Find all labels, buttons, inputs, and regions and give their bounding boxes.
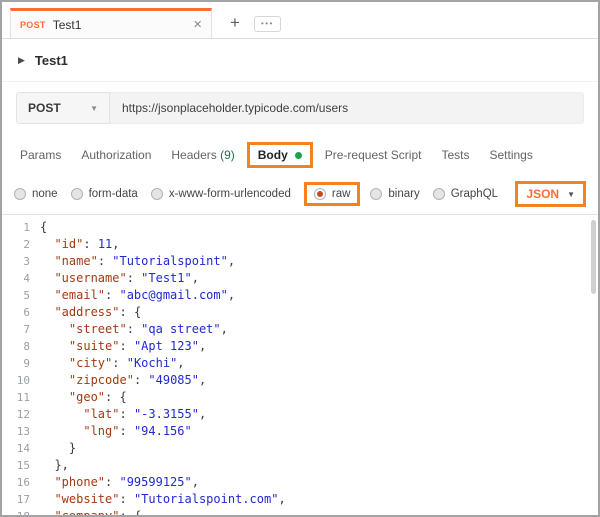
collection-breadcrumb: ▶ Test1 (2, 39, 598, 82)
code-line[interactable]: } (40, 440, 598, 457)
line-number: 11 (2, 389, 30, 406)
more-tabs-button[interactable]: ••• (254, 16, 281, 32)
request-name: Test1 (35, 53, 68, 68)
code-line[interactable]: "phone": "99599125", (40, 474, 598, 491)
radio-icon[interactable] (433, 188, 445, 200)
code-line[interactable]: "email": "abc@gmail.com", (40, 287, 598, 304)
line-number: 12 (2, 406, 30, 423)
tab-label: Headers (171, 148, 216, 162)
code-line[interactable]: "id": 11, (40, 236, 598, 253)
line-number: 8 (2, 338, 30, 355)
tab-pre-request-script[interactable]: Pre-request Script (315, 142, 432, 168)
editor-gutter: 123456789101112131415161718 (2, 219, 40, 515)
radio-icon[interactable] (71, 188, 83, 200)
radio-icon[interactable] (14, 188, 26, 200)
tab-tests[interactable]: Tests (431, 142, 479, 168)
code-line[interactable]: "lat": "-3.3155", (40, 406, 598, 423)
line-number: 15 (2, 457, 30, 474)
tab-title: Test1 (53, 18, 82, 32)
line-number: 18 (2, 508, 30, 515)
body-type-binary[interactable]: binary (370, 188, 419, 200)
headers-count-badge: (9) (217, 148, 235, 162)
close-tab-icon[interactable]: × (193, 17, 202, 32)
body-content-dot (295, 152, 302, 159)
line-number: 13 (2, 423, 30, 440)
line-number: 1 (2, 219, 30, 236)
tab-params[interactable]: Params (10, 142, 71, 168)
new-tab-button[interactable]: + (230, 14, 240, 31)
code-line[interactable]: "company": { (40, 508, 598, 515)
body-editor[interactable]: 123456789101112131415161718 { "id": 11, … (2, 215, 598, 515)
line-number: 16 (2, 474, 30, 491)
line-number: 5 (2, 287, 30, 304)
code-line[interactable]: "address": { (40, 304, 598, 321)
method-value: POST (28, 101, 61, 115)
request-tab[interactable]: POST Test1 × (10, 8, 212, 38)
tab-body[interactable]: Body (247, 142, 313, 168)
code-line[interactable]: "geo": { (40, 389, 598, 406)
line-number: 4 (2, 270, 30, 287)
postman-app: POST Test1 × + ••• ▶ Test1 POST ▼ https:… (0, 0, 600, 517)
code-line[interactable]: "suite": "Apt 123", (40, 338, 598, 355)
line-number: 7 (2, 321, 30, 338)
body-type-row: none form-data x-www-form-urlencoded raw bin… (2, 174, 598, 215)
radio-label: x-www-form-urlencoded (169, 188, 291, 200)
tab-label: Body (258, 148, 288, 162)
editor-code: { "id": 11, "name": "Tutorialspoint", "u… (40, 219, 598, 515)
line-number: 17 (2, 491, 30, 508)
line-number: 2 (2, 236, 30, 253)
radio-label: none (32, 188, 58, 200)
radio-icon[interactable] (314, 188, 326, 200)
line-number: 14 (2, 440, 30, 457)
body-type-radios: none form-data x-www-form-urlencoded raw bin… (14, 182, 511, 206)
code-line[interactable]: "city": "Kochi", (40, 355, 598, 372)
radio-label: raw (332, 188, 351, 200)
body-type-none[interactable]: none (14, 188, 58, 200)
code-line[interactable]: "website": "Tutorialspoint.com", (40, 491, 598, 508)
format-value: JSON (526, 187, 559, 201)
code-line[interactable]: "street": "qa street", (40, 321, 598, 338)
code-line[interactable]: "username": "Test1", (40, 270, 598, 287)
radio-icon[interactable] (370, 188, 382, 200)
line-number: 6 (2, 304, 30, 321)
code-line[interactable]: }, (40, 457, 598, 474)
code-line[interactable]: "lng": "94.156" (40, 423, 598, 440)
code-line[interactable]: "zipcode": "49085", (40, 372, 598, 389)
line-number: 3 (2, 253, 30, 270)
tab-method-label: POST (20, 20, 46, 30)
body-type-x-www-form-urlencoded[interactable]: x-www-form-urlencoded (151, 188, 291, 200)
chevron-down-icon: ▼ (90, 104, 98, 113)
tab-label: Tests (441, 148, 469, 162)
method-select[interactable]: POST ▼ (16, 92, 110, 124)
tab-strip: POST Test1 × + ••• (2, 2, 598, 39)
tab-headers[interactable]: Headers (9) (161, 142, 244, 168)
tab-label: Pre-request Script (325, 148, 422, 162)
radio-label: GraphQL (451, 188, 498, 200)
tab-authorization[interactable]: Authorization (71, 142, 161, 168)
body-type-raw[interactable]: raw (304, 182, 361, 206)
tab-label: Settings (489, 148, 532, 162)
tab-label: Params (20, 148, 61, 162)
tab-label: Authorization (81, 148, 151, 162)
line-number: 10 (2, 372, 30, 389)
line-number: 9 (2, 355, 30, 372)
request-tabs-row: Params Authorization Headers (9) Body Pre-re… (2, 136, 598, 174)
url-input[interactable]: https://jsonplaceholder.typicode.com/use… (110, 92, 584, 124)
radio-label: binary (388, 188, 419, 200)
chevron-down-icon: ▼ (567, 190, 575, 199)
expand-caret-icon[interactable]: ▶ (18, 55, 25, 66)
editor-scrollbar[interactable] (591, 220, 596, 294)
radio-icon[interactable] (151, 188, 163, 200)
tab-settings[interactable]: Settings (479, 142, 542, 168)
body-type-graphql[interactable]: GraphQL (433, 188, 498, 200)
request-bar: POST ▼ https://jsonplaceholder.typicode.… (16, 92, 584, 124)
code-line[interactable]: { (40, 219, 598, 236)
url-text: https://jsonplaceholder.typicode.com/use… (122, 101, 348, 115)
body-type-form-data[interactable]: form-data (71, 188, 138, 200)
format-dropdown[interactable]: JSON ▼ (515, 181, 586, 207)
radio-label: form-data (89, 188, 138, 200)
code-line[interactable]: "name": "Tutorialspoint", (40, 253, 598, 270)
